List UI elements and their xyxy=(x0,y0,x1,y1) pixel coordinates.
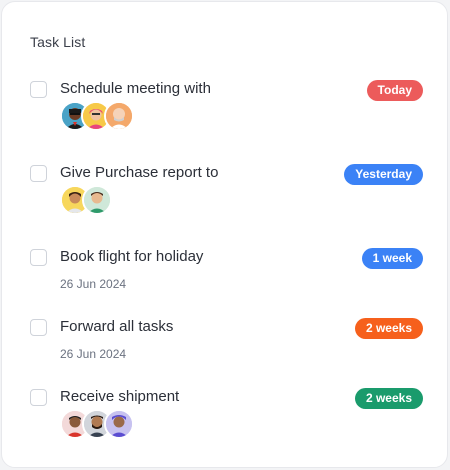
due-badge: Today xyxy=(366,80,423,101)
task-label: Receive shipment xyxy=(60,388,180,405)
task-item: Receive shipment 2 weeks xyxy=(2,388,449,449)
avatar-bald-man[interactable] xyxy=(104,101,134,131)
task-label: Schedule meeting with xyxy=(60,80,211,97)
task-date: 26 Jun 2024 xyxy=(60,347,127,361)
due-badge: 2 weeks xyxy=(354,318,423,339)
task-checkbox[interactable] xyxy=(30,319,47,336)
task-list-card: Task List Schedule meeting with Today Gi… xyxy=(1,1,448,468)
due-badge: 2 weeks xyxy=(354,388,423,409)
task-label: Book flight for holiday xyxy=(60,248,204,265)
avatar-purple-man[interactable] xyxy=(104,409,134,439)
task-item: Schedule meeting with Today xyxy=(2,80,449,141)
task-checkbox[interactable] xyxy=(30,389,47,406)
card-title: Task List xyxy=(30,34,86,50)
task-checkbox[interactable] xyxy=(30,249,47,266)
task-date: 26 Jun 2024 xyxy=(60,277,127,291)
due-badge: Yesterday xyxy=(344,164,423,185)
task-checkbox[interactable] xyxy=(30,165,47,182)
task-checkbox[interactable] xyxy=(30,81,47,98)
task-item: Give Purchase report to Yesterday xyxy=(2,164,449,225)
task-item: Book flight for holiday 1 week 26 Jun 20… xyxy=(2,248,449,309)
task-item: Forward all tasks 2 weeks 26 Jun 2024 xyxy=(2,318,449,379)
task-label: Give Purchase report to xyxy=(60,164,219,181)
avatar-green-man[interactable] xyxy=(82,185,112,215)
task-label: Forward all tasks xyxy=(60,318,174,335)
due-badge: 1 week xyxy=(361,248,423,269)
